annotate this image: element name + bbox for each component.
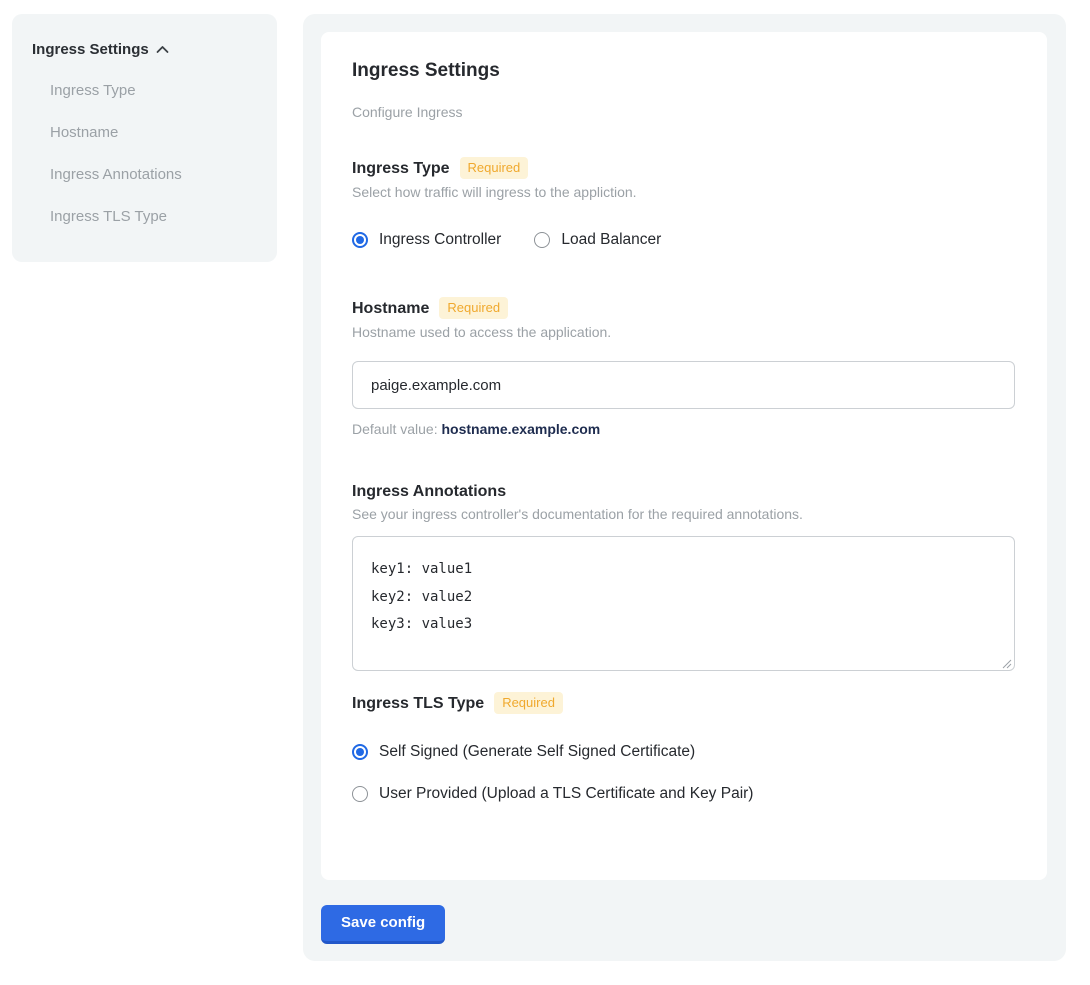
- page: Ingress Settings Ingress Type Hostname I…: [0, 0, 1090, 985]
- chevron-up-icon: [156, 45, 169, 54]
- settings-sidebar: Ingress Settings Ingress Type Hostname I…: [12, 14, 277, 262]
- main-panel: Ingress Settings Configure Ingress Ingre…: [303, 14, 1066, 961]
- annotations-textarea[interactable]: key1: value1 key2: value2 key3: value3: [352, 536, 1015, 671]
- hostname-default-value: Default value: hostname.example.com: [352, 421, 1015, 437]
- sidebar-nav: Ingress Type Hostname Ingress Annotation…: [32, 82, 257, 226]
- radio-selected-icon[interactable]: [352, 232, 368, 248]
- page-subtitle: Configure Ingress: [352, 105, 1015, 120]
- radio-unselected-icon[interactable]: [352, 786, 368, 802]
- annotations-textarea-wrap: key1: value1 key2: value2 key3: value3: [352, 536, 1015, 671]
- sidebar-item-ingress-annotations[interactable]: Ingress Annotations: [32, 166, 257, 184]
- radio-ingress-controller[interactable]: Ingress Controller: [352, 231, 501, 249]
- radio-user-provided-label: User Provided (Upload a TLS Certificate …: [379, 785, 753, 803]
- default-value-label: Default value:: [352, 421, 438, 437]
- hostname-input[interactable]: [352, 361, 1015, 409]
- radio-self-signed-label: Self Signed (Generate Self Signed Certif…: [379, 743, 695, 761]
- radio-unselected-icon[interactable]: [534, 232, 550, 248]
- section-ingress-type: Ingress Type Required Select how traffic…: [352, 157, 1015, 249]
- page-title: Ingress Settings: [352, 60, 1015, 81]
- radio-self-signed[interactable]: Self Signed (Generate Self Signed Certif…: [352, 743, 1015, 761]
- required-badge: Required: [494, 692, 563, 714]
- sidebar-group-title: Ingress Settings: [32, 41, 149, 58]
- hostname-label: Hostname: [352, 299, 429, 318]
- radio-load-balancer-label: Load Balancer: [561, 231, 661, 249]
- default-value-text: hostname.example.com: [442, 421, 601, 437]
- ingress-type-description: Select how traffic will ingress to the a…: [352, 184, 1015, 200]
- section-ingress-tls-type: Ingress TLS Type Required Self Signed (G…: [352, 692, 1015, 803]
- resize-handle-icon[interactable]: [1001, 656, 1012, 667]
- sidebar-group-ingress-settings[interactable]: Ingress Settings: [32, 41, 257, 58]
- ingress-type-label: Ingress Type: [352, 159, 450, 178]
- ingress-tls-type-label: Ingress TLS Type: [352, 694, 484, 713]
- radio-user-provided[interactable]: User Provided (Upload a TLS Certificate …: [352, 785, 1015, 803]
- ingress-type-radio-group: Ingress Controller Load Balancer: [352, 231, 1015, 249]
- ingress-annotations-description: See your ingress controller's documentat…: [352, 506, 1015, 522]
- sidebar-item-ingress-tls-type[interactable]: Ingress TLS Type: [32, 208, 257, 226]
- ingress-annotations-label: Ingress Annotations: [352, 482, 506, 501]
- section-ingress-annotations: Ingress Annotations See your ingress con…: [352, 482, 1015, 671]
- radio-ingress-controller-label: Ingress Controller: [379, 231, 501, 249]
- required-badge: Required: [460, 157, 529, 179]
- radio-load-balancer[interactable]: Load Balancer: [534, 231, 661, 249]
- tls-type-radio-group: Self Signed (Generate Self Signed Certif…: [352, 743, 1015, 803]
- hostname-description: Hostname used to access the application.: [352, 324, 1015, 340]
- required-badge: Required: [439, 297, 508, 319]
- ingress-settings-card: Ingress Settings Configure Ingress Ingre…: [321, 32, 1047, 880]
- sidebar-item-hostname[interactable]: Hostname: [32, 124, 257, 142]
- section-hostname: Hostname Required Hostname used to acces…: [352, 297, 1015, 437]
- save-config-button[interactable]: Save config: [321, 905, 445, 944]
- radio-selected-icon[interactable]: [352, 744, 368, 760]
- sidebar-item-ingress-type[interactable]: Ingress Type: [32, 82, 257, 100]
